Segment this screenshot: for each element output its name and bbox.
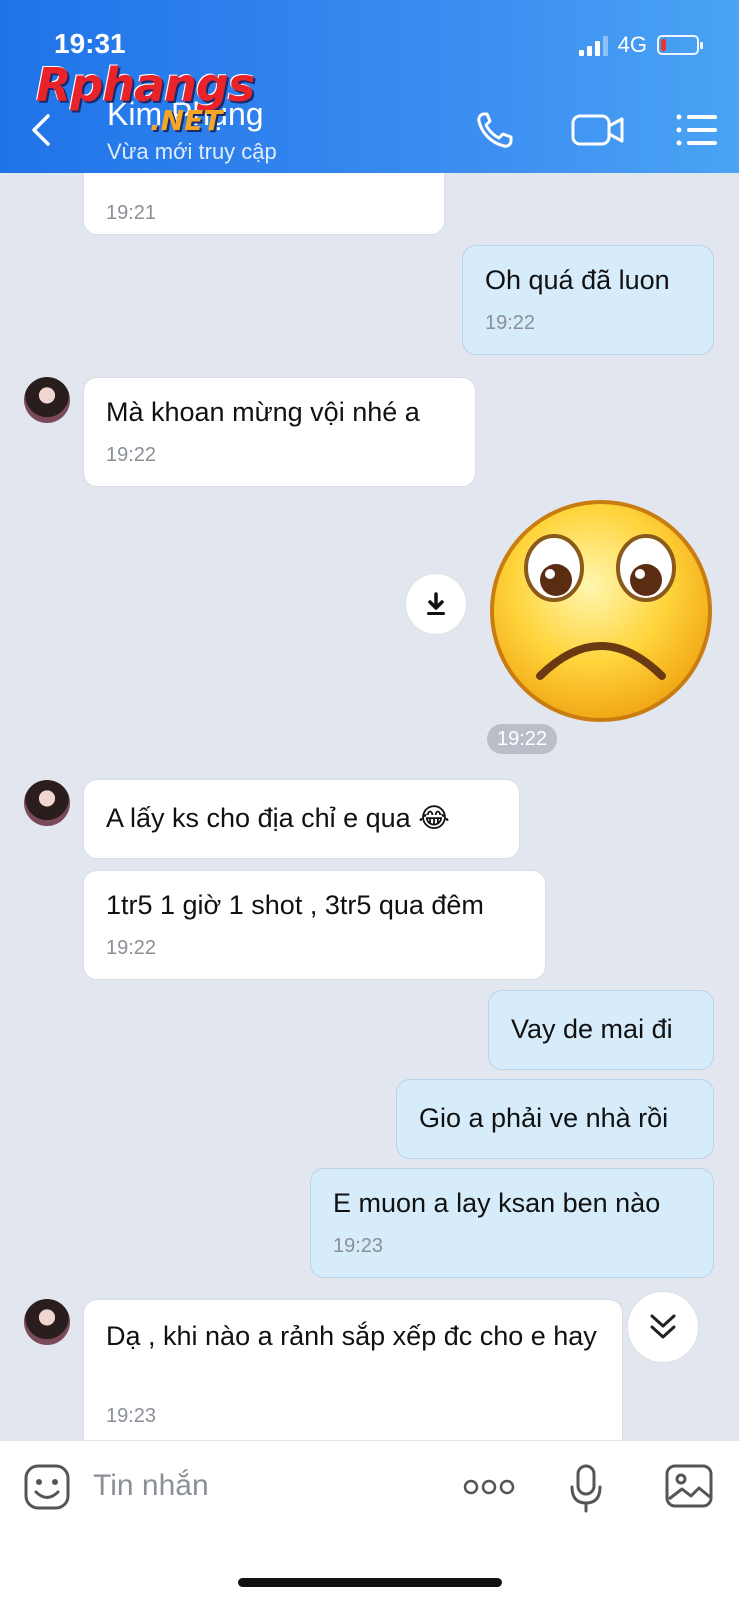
message-bubble-incoming[interactable]: Mà khoan mừng vội nhé a 19:22 <box>83 377 476 487</box>
status-time: 19:31 <box>54 28 126 59</box>
avatar[interactable] <box>24 1299 70 1345</box>
message-text: 1tr5 1 giờ 1 shot , 3tr5 qua đêm <box>106 890 484 920</box>
message-time: 19:22 <box>106 444 157 466</box>
battery-icon <box>657 35 703 55</box>
message-bubble-outgoing[interactable]: E muon a lay ksan ben nào 19:23 <box>310 1168 714 1278</box>
avatar[interactable] <box>24 780 70 826</box>
message-bubble-incoming[interactable]: 19:21 <box>83 173 445 235</box>
message-text: A lấy ks cho địa chỉ e qua 😂 <box>106 803 450 833</box>
video-call-icon[interactable] <box>570 108 626 152</box>
status-indicators: 4G <box>578 32 703 58</box>
message-text: E muon a lay ksan ben nào <box>333 1188 661 1218</box>
message-text: Gio a phải ve nhà rồi <box>419 1103 669 1133</box>
message-bubble-outgoing[interactable]: Oh quá đã luon 19:22 <box>462 245 714 355</box>
phone-icon[interactable] <box>472 108 522 152</box>
message-time: 19:21 <box>106 202 157 224</box>
sad-face-sticker[interactable] <box>488 498 714 724</box>
menu-icon[interactable] <box>673 108 723 152</box>
message-text: Dạ , khi nào a rảnh sắp xếp đc cho e hay <box>106 1321 597 1351</box>
home-indicator <box>238 1578 502 1587</box>
scroll-down-icon <box>650 1314 676 1339</box>
emoji-icon[interactable] <box>23 1463 71 1511</box>
message-time: 19:23 <box>333 1235 384 1257</box>
message-time: 19:22 <box>485 312 536 334</box>
message-text: Mà khoan mừng vội nhé a <box>106 397 420 427</box>
scroll-down-button[interactable] <box>627 1291 699 1363</box>
message-text: Vay de mai đi <box>511 1014 673 1044</box>
message-bubble-incoming[interactable]: A lấy ks cho địa chỉ e qua 😂 <box>83 779 520 859</box>
sticker-time: 19:22 <box>487 724 557 754</box>
message-composer: Tin nhắn <box>0 1440 739 1601</box>
message-bubble-incoming[interactable]: Dạ , khi nào a rảnh sắp xếp đc cho e hay… <box>83 1299 623 1440</box>
download-button[interactable] <box>405 573 467 635</box>
message-bubble-outgoing[interactable]: Gio a phải ve nhà rồi <box>396 1079 714 1159</box>
message-list[interactable]: 19:21 Oh quá đã luon 19:22 Mà khoan mừng… <box>0 173 739 1440</box>
image-icon[interactable] <box>664 1463 714 1509</box>
message-text: Oh quá đã luon <box>485 265 670 295</box>
watermark-logo-suffix: .NET <box>150 104 223 137</box>
message-time: 19:23 <box>106 1405 157 1427</box>
mic-icon[interactable] <box>569 1463 603 1513</box>
chat-header: 19:31 4G Kim Phụng Vừa mới truy cập Rpha… <box>0 0 739 173</box>
network-label: 4G <box>617 32 647 57</box>
contact-status: Vừa mới truy cập <box>107 139 277 164</box>
download-icon <box>427 592 445 615</box>
message-input[interactable]: Tin nhắn <box>93 1469 209 1503</box>
signal-icon <box>578 34 608 56</box>
avatar[interactable] <box>24 377 70 423</box>
more-icon[interactable] <box>462 1477 516 1497</box>
back-icon[interactable] <box>26 108 62 152</box>
message-bubble-outgoing[interactable]: Vay de mai đi <box>488 990 714 1070</box>
message-time: 19:22 <box>106 937 157 959</box>
message-bubble-incoming[interactable]: 1tr5 1 giờ 1 shot , 3tr5 qua đêm 19:22 <box>83 870 546 980</box>
